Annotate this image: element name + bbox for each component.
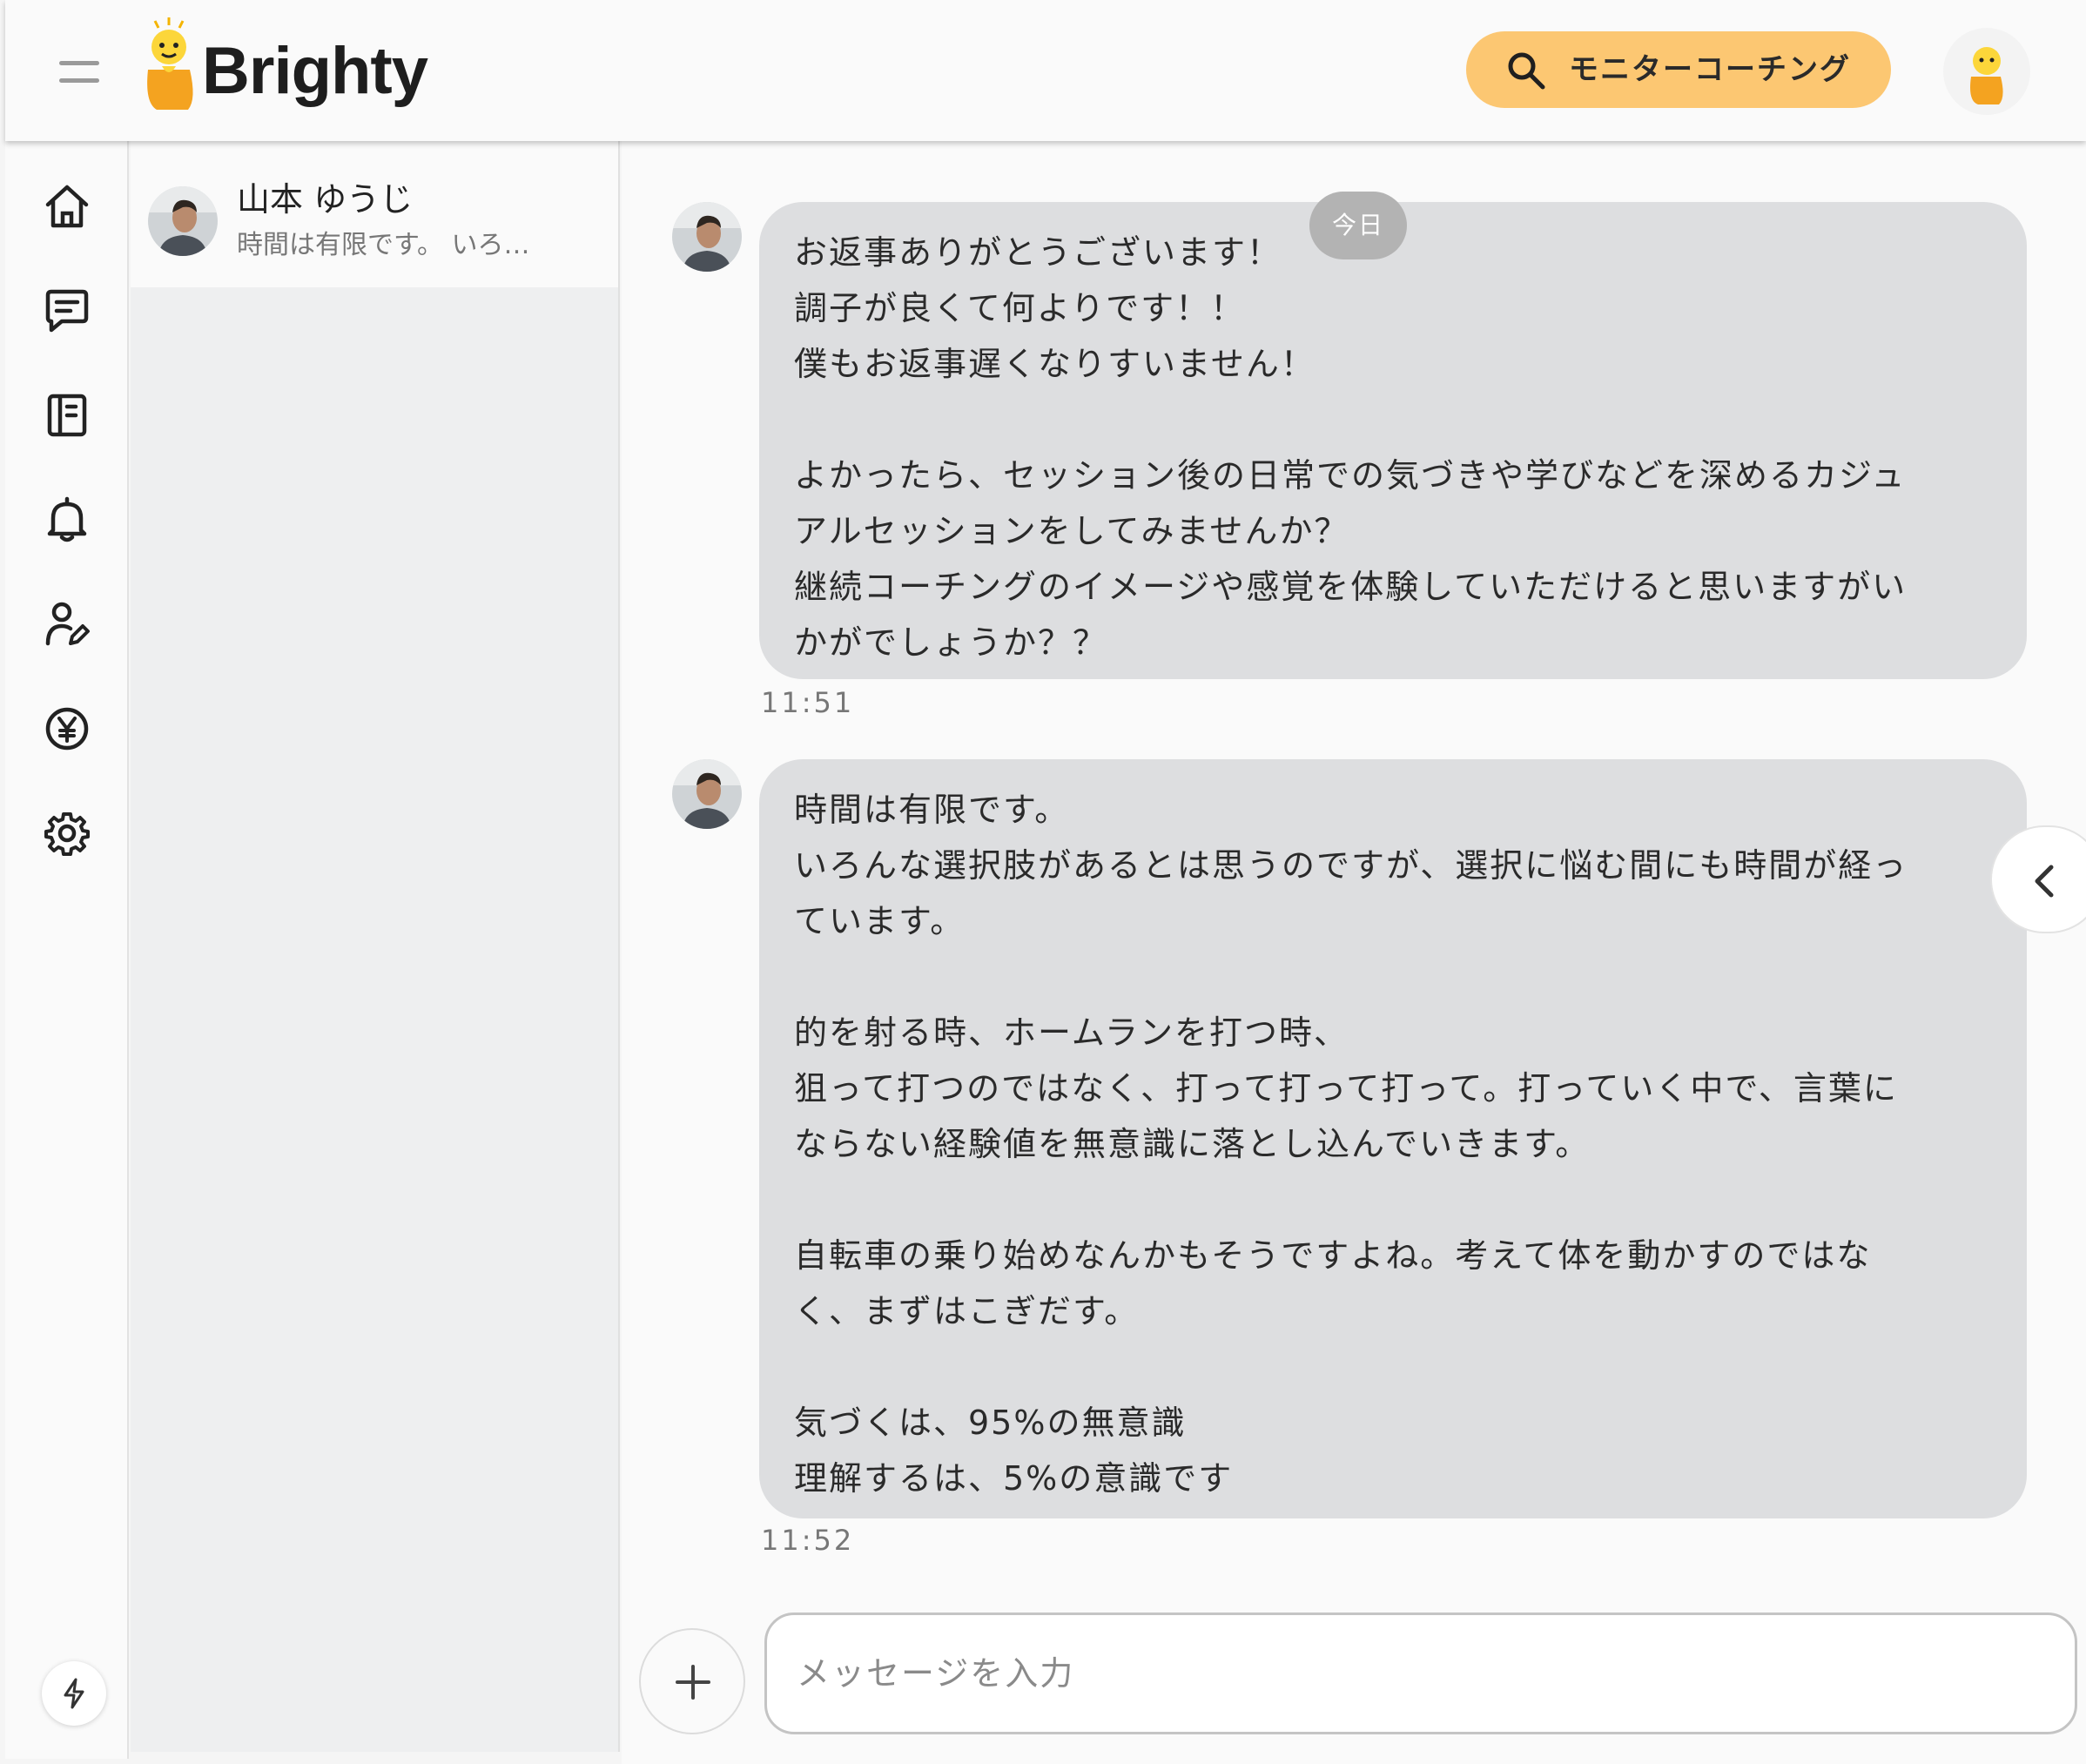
avatar — [148, 186, 218, 256]
quick-action-button[interactable] — [42, 1661, 106, 1726]
message-bubble: 時間は有限です。 いろんな選択肢があるとは思うのですが、選択に悩む間にも時間が経… — [759, 759, 2027, 1518]
message-line: 継続コーチングのイメージや感覚を体験していただけると思いますがい — [794, 568, 1908, 606]
lightning-icon — [64, 1678, 84, 1709]
person-photo-icon — [672, 759, 742, 829]
avatar — [672, 202, 742, 272]
message-line: かがでしょうか？？ — [794, 623, 1108, 662]
message-timestamp: 11:51 — [761, 686, 855, 719]
logo-text[interactable]: Brighty — [202, 31, 428, 111]
bell-icon — [47, 496, 87, 542]
message-line: 自転車の乗り始めなんかもそうですよね。考えて体を動かすのではな — [794, 1236, 1872, 1275]
chevron-left-icon — [2035, 865, 2054, 898]
coaching-button-label: モニターコーチング — [1569, 52, 1851, 87]
message-line: よかったら、セッション後の日常での気づきや学びなどを深めるカジュ — [794, 456, 1907, 495]
message-line: ています。 — [794, 902, 966, 940]
message-line: 的を射る時、ホームランを打つ時、 — [794, 1013, 1349, 1052]
add-attachment-button[interactable] — [639, 1628, 745, 1734]
brighty-logo-icon — [147, 17, 193, 110]
message-bubble: お返事ありがとうございます！ 調子が良くて何よりです！！ 僕もお返事遅くなりすい… — [759, 202, 2027, 679]
plus-icon — [676, 1665, 710, 1700]
conversation-list: 山本 ゆうじ 時間は有限です。 いろ… — [131, 141, 620, 1752]
message-line — [794, 949, 1992, 1005]
user-edit-icon — [45, 602, 90, 646]
message-line: 調子が良くて何よりです！！ — [794, 289, 1246, 327]
person-photo-icon — [672, 202, 742, 272]
message-input[interactable] — [764, 1613, 2077, 1734]
app-header: Brighty モニターコーチング — [5, 0, 2086, 141]
sidebar-item-payments[interactable] — [37, 698, 98, 759]
message-line: く、まずはこぎだす。 — [794, 1292, 1140, 1330]
message-line: いろんな選択肢があるとは思うのですが、選択に悩む間にも時間が経っ — [794, 846, 1908, 885]
monitor-coaching-button[interactable]: モニターコーチング — [1466, 31, 1891, 108]
conversation-name: 山本 ゆうじ — [237, 180, 414, 219]
message-line — [794, 392, 1992, 448]
hamburger-menu-icon[interactable] — [57, 54, 101, 89]
message-line: ならない経験値を無意識に落とし込んでいきます。 — [794, 1125, 1591, 1163]
message-line: 時間は有限です。 — [794, 791, 1070, 829]
sidebar-item-settings[interactable] — [37, 803, 98, 864]
sidebar-item-home[interactable] — [37, 176, 98, 237]
message-line: 理解するは、5%の意識です — [794, 1459, 1234, 1498]
list-item[interactable]: 山本 ゆうじ 時間は有限です。 いろ… — [131, 141, 618, 287]
notebook-icon — [47, 394, 87, 437]
avatar — [672, 759, 742, 829]
message-line: 僕もお返事遅くなりすいません！ — [794, 345, 1316, 383]
sidebar-item-profile-edit[interactable] — [37, 594, 98, 655]
chat-icon — [45, 289, 89, 333]
conversation-preview: 時間は有限です。 いろ… — [237, 230, 530, 260]
sidebar-item-notifications[interactable] — [37, 489, 98, 550]
message-line: アルセッションをしてみませんか？ — [794, 512, 1349, 550]
message-timestamp: 11:52 — [761, 1524, 855, 1557]
search-icon — [1508, 52, 1545, 90]
gear-icon — [44, 812, 90, 856]
date-badge: 今日 — [1309, 192, 1407, 259]
yen-icon — [45, 707, 89, 751]
icon-sidebar — [5, 141, 129, 1759]
message-line — [794, 1172, 1992, 1228]
sidebar-item-notebook[interactable] — [37, 385, 98, 446]
chat-panel: お返事ありがとうございます！ 調子が良くて何よりです！！ 僕もお返事遅くなりすい… — [622, 141, 2086, 1764]
home-icon — [45, 185, 89, 228]
person-photo-icon — [148, 186, 218, 256]
message-line — [794, 1339, 1992, 1395]
sidebar-item-messages[interactable] — [37, 280, 98, 341]
message-line: 狙って打つのではなく、打って打って打って。打っていく中で、言葉に — [794, 1069, 1898, 1108]
brighty-mascot-icon — [1970, 47, 2003, 104]
message-line: 気づくは、95%の無意識 — [794, 1404, 1187, 1442]
user-avatar[interactable] — [1943, 28, 2030, 115]
